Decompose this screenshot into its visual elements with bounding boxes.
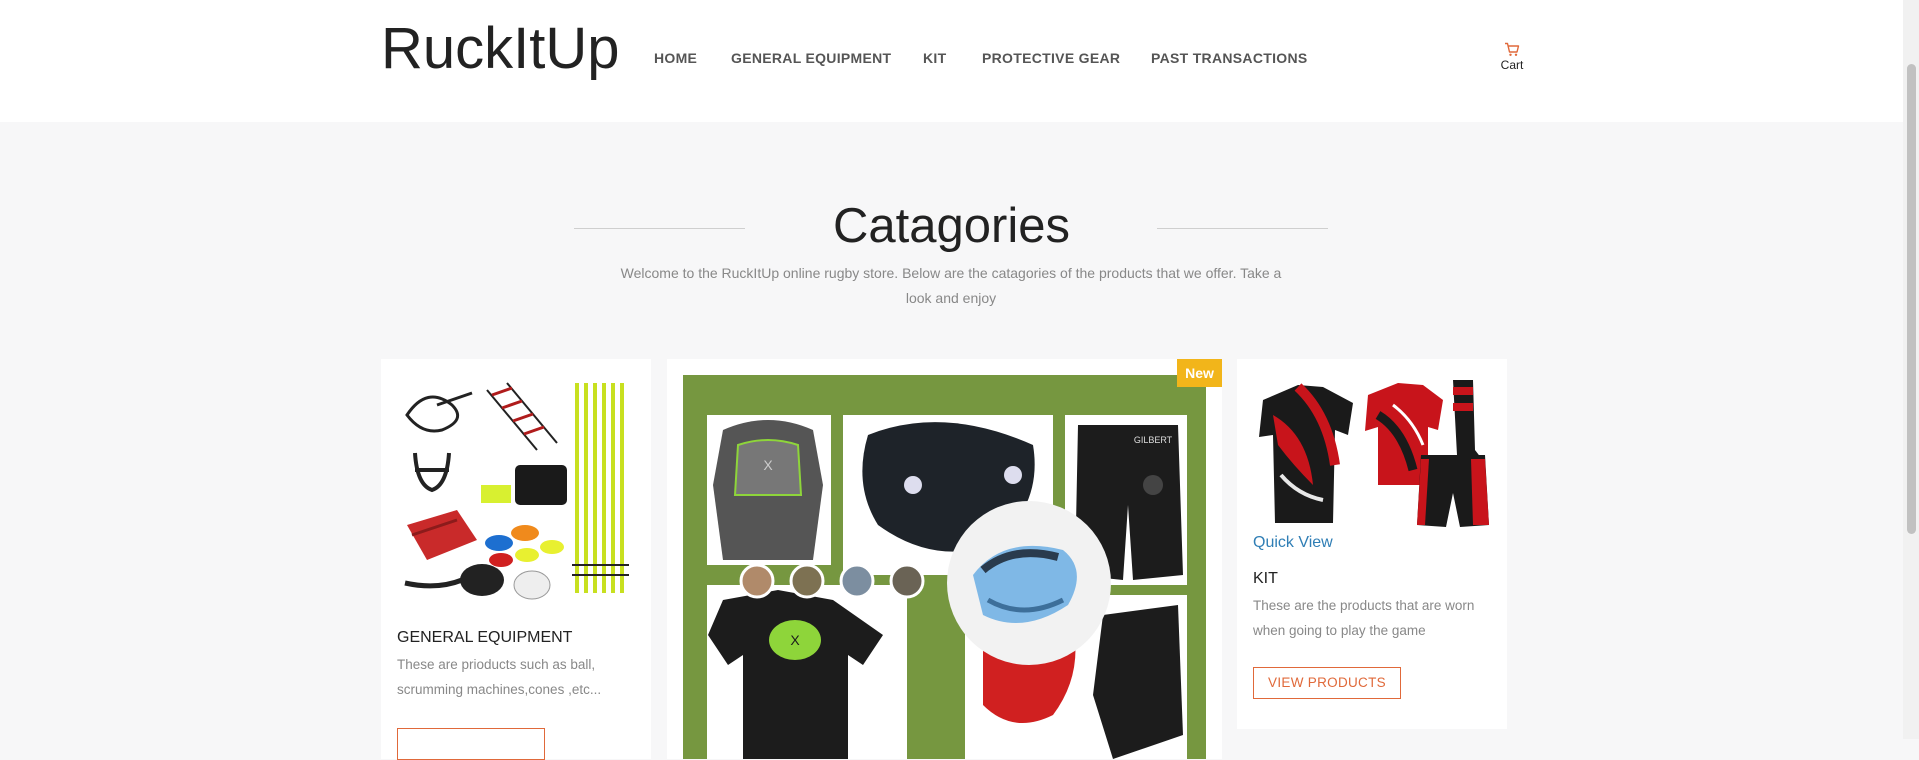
scrollbar-thumb[interactable] [1907,64,1916,534]
page-scrollbar[interactable] [1903,0,1919,739]
site-logo[interactable]: RuckItUp [381,14,620,84]
cart-button[interactable]: Cart [1496,42,1528,72]
new-badge: New [1177,359,1222,387]
card-description-general-equipment: These are prioducts such as ball, scrumm… [397,657,602,697]
svg-text:X: X [763,457,773,473]
site-header: RuckItUp HOME GENERAL EQUIPMENT KIT PROT… [0,0,1903,122]
cart-label: Cart [1500,58,1524,72]
category-card-protective-gear: X GILBERT X New [667,359,1222,759]
nav-kit[interactable]: KIT [923,50,946,66]
general-equipment-image[interactable] [397,375,635,603]
svg-text:GILBERT: GILBERT [1134,435,1173,445]
protective-gear-image[interactable]: X GILBERT X [683,375,1206,759]
view-products-button-general-equipment[interactable] [397,728,545,760]
nav-protective-gear[interactable]: PROTECTIVE GEAR [982,50,1120,66]
nav-general-equipment[interactable]: GENERAL EQUIPMENT [731,50,891,66]
nav-past-transactions[interactable]: PAST TRANSACTIONS [1151,50,1308,66]
cart-icon [1505,42,1520,56]
nav-home[interactable]: HOME [654,50,697,66]
quick-view-link[interactable]: Quick View [1253,534,1333,552]
view-products-button-kit[interactable]: VIEW PRODUCTS [1253,667,1401,699]
card-title-kit: KIT [1253,570,1278,587]
category-card-general-equipment: GENERAL EQUIPMENT These are prioducts su… [381,359,651,760]
card-title-general-equipment: GENERAL EQUIPMENT [397,629,573,646]
kit-image[interactable] [1253,375,1491,530]
section-description: Welcome to the RuckItUp online rugby sto… [620,265,1282,306]
svg-text:X: X [790,632,800,648]
section-title: Catagories [833,199,1070,253]
category-card-kit: Quick View KIT These are the products th… [1237,359,1507,729]
card-description-kit: These are the products that are worn whe… [1253,598,1475,638]
